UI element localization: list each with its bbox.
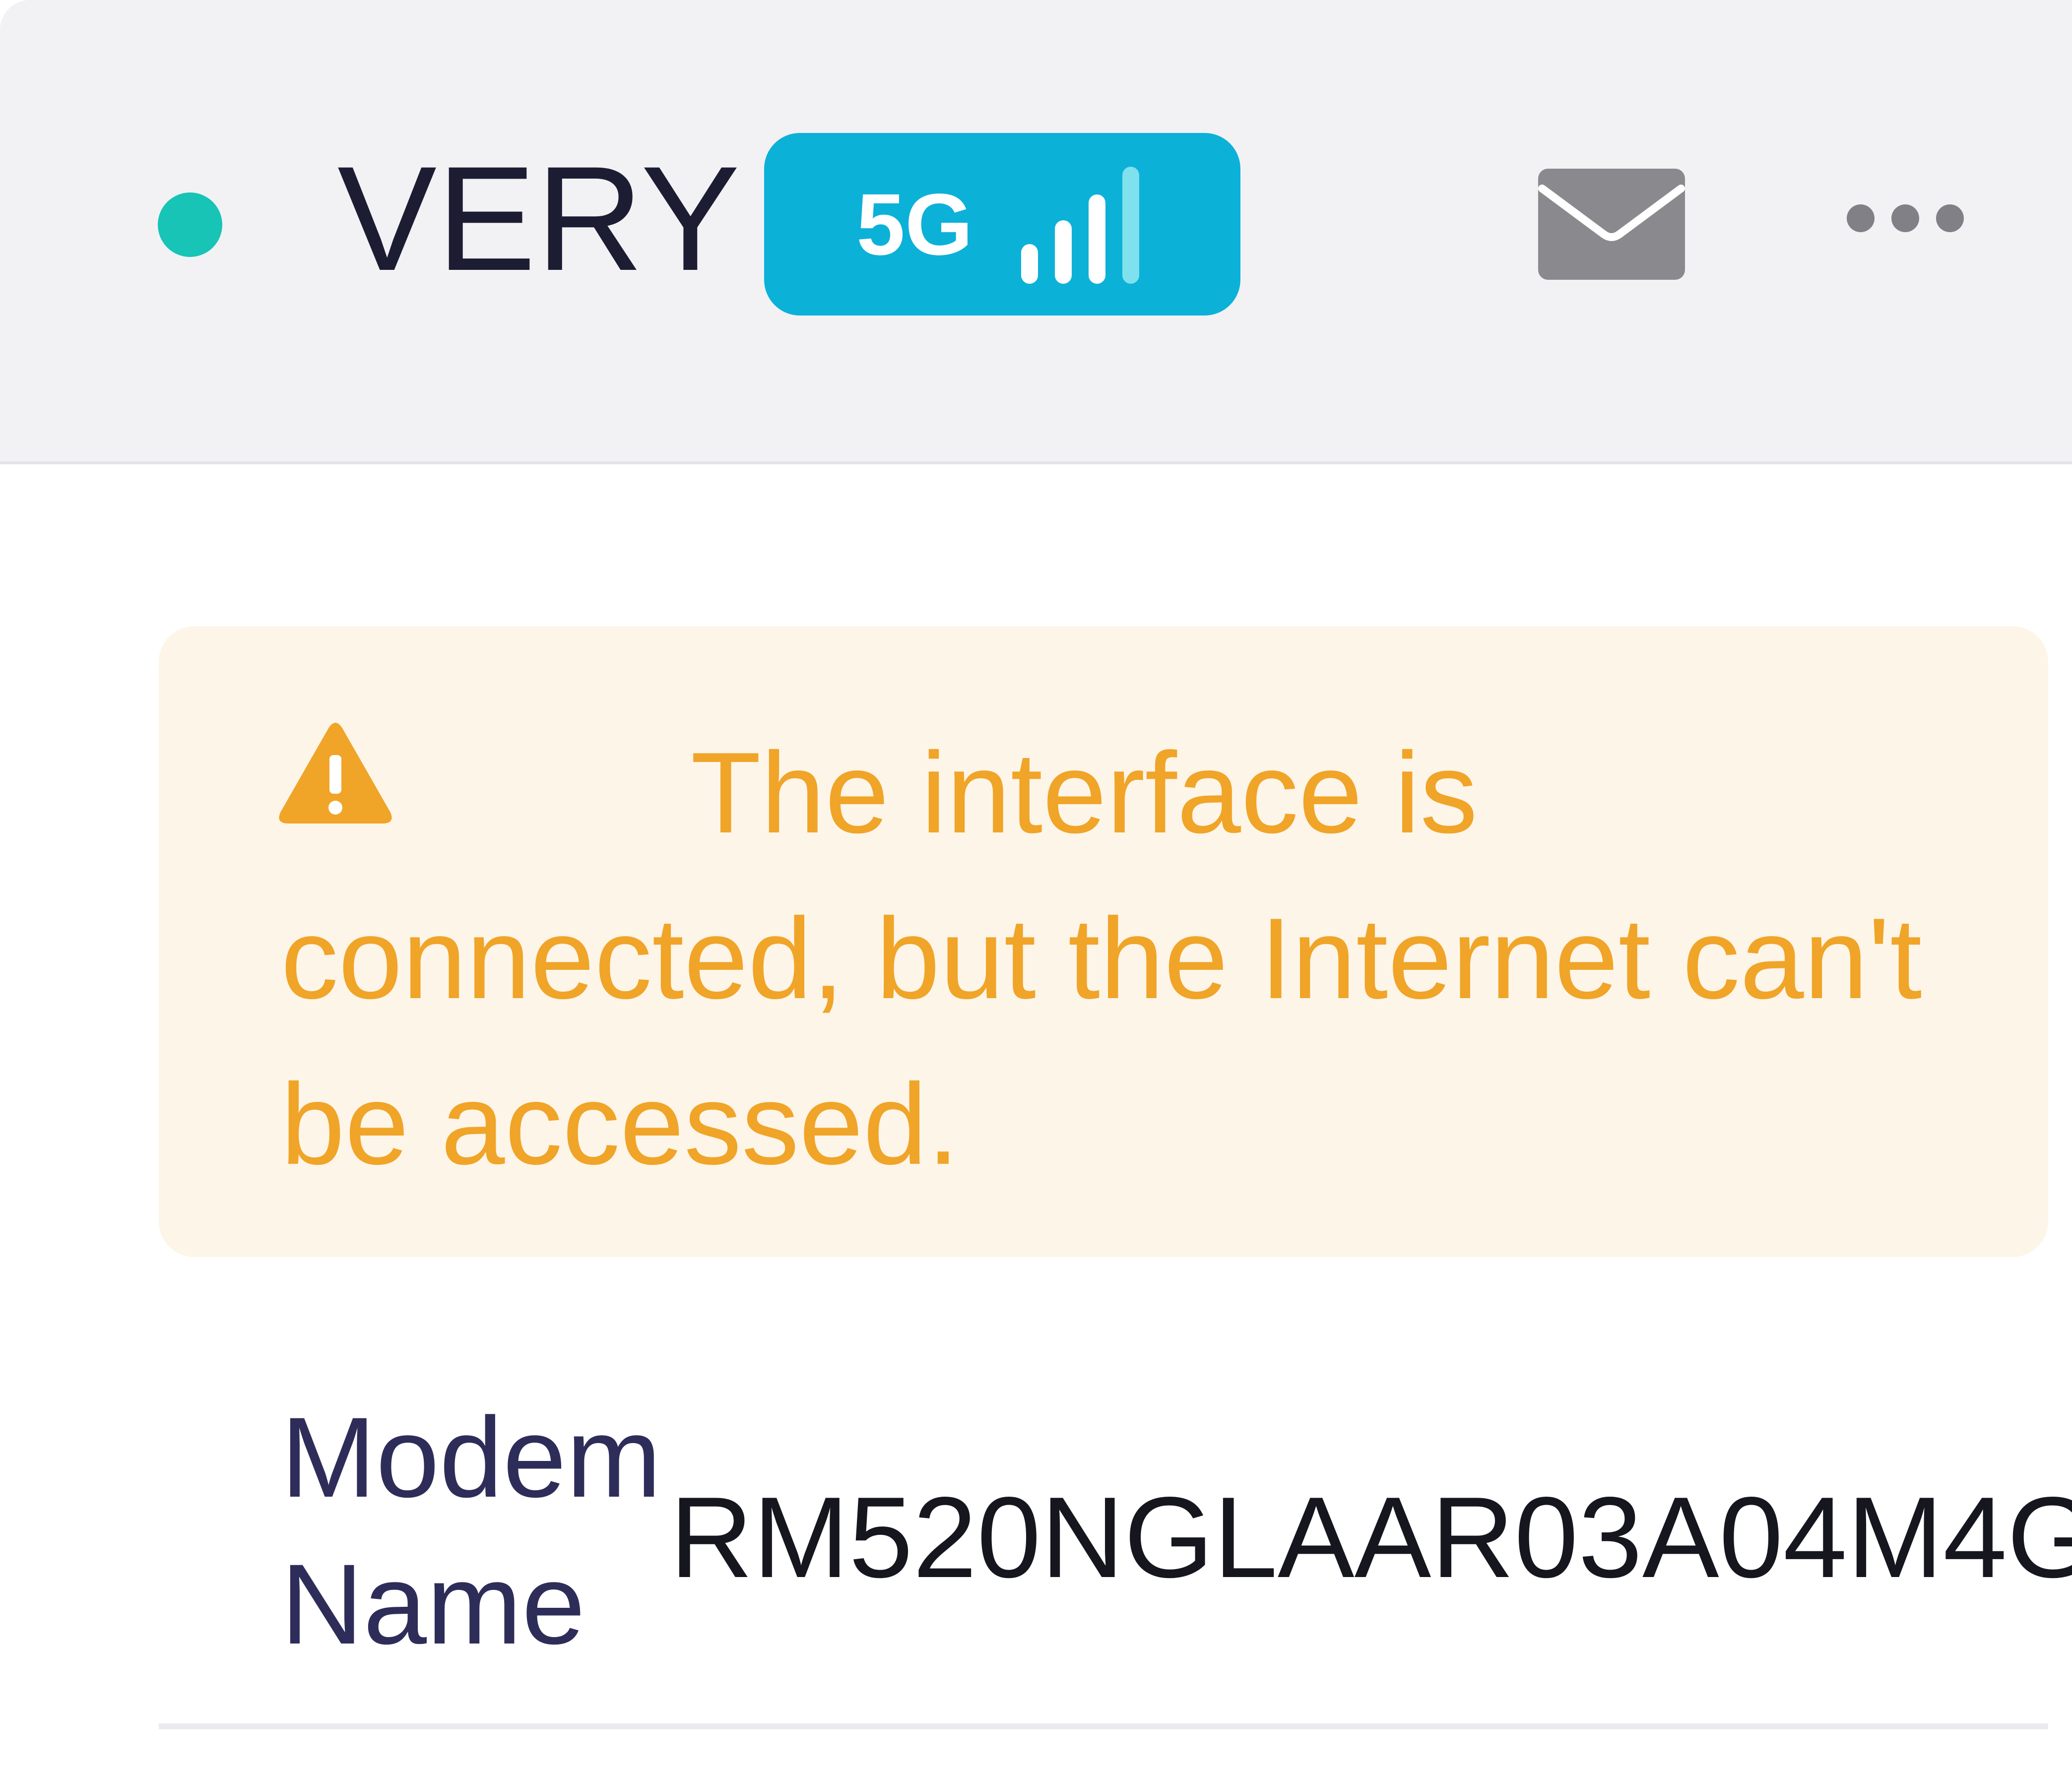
mail-icon[interactable] (1538, 169, 1685, 280)
modem-name-label: Modem Name (281, 1393, 661, 1668)
connection-warning-banner: The interface is connected, but the Inte… (159, 626, 2048, 1257)
connection-status-dot (158, 192, 222, 257)
top-bar: VERY 5G (0, 0, 2072, 464)
row-divider (159, 1723, 2048, 1729)
more-options-icon[interactable] (1841, 198, 1970, 238)
signal-strength-icon (1021, 167, 1140, 284)
modem-name-value: RM520NGLAAR03A04M4G (670, 1473, 2072, 1602)
modem-name-row: Modem Name RM520NGLAAR03A04M4G (159, 1384, 2072, 1731)
network-status-badge[interactable]: 5G (764, 133, 1240, 316)
network-type-label: 5G (856, 176, 973, 273)
carrier-name: VERY (337, 135, 740, 302)
alert-message: The interface is connected, but the Inte… (281, 729, 1922, 1189)
